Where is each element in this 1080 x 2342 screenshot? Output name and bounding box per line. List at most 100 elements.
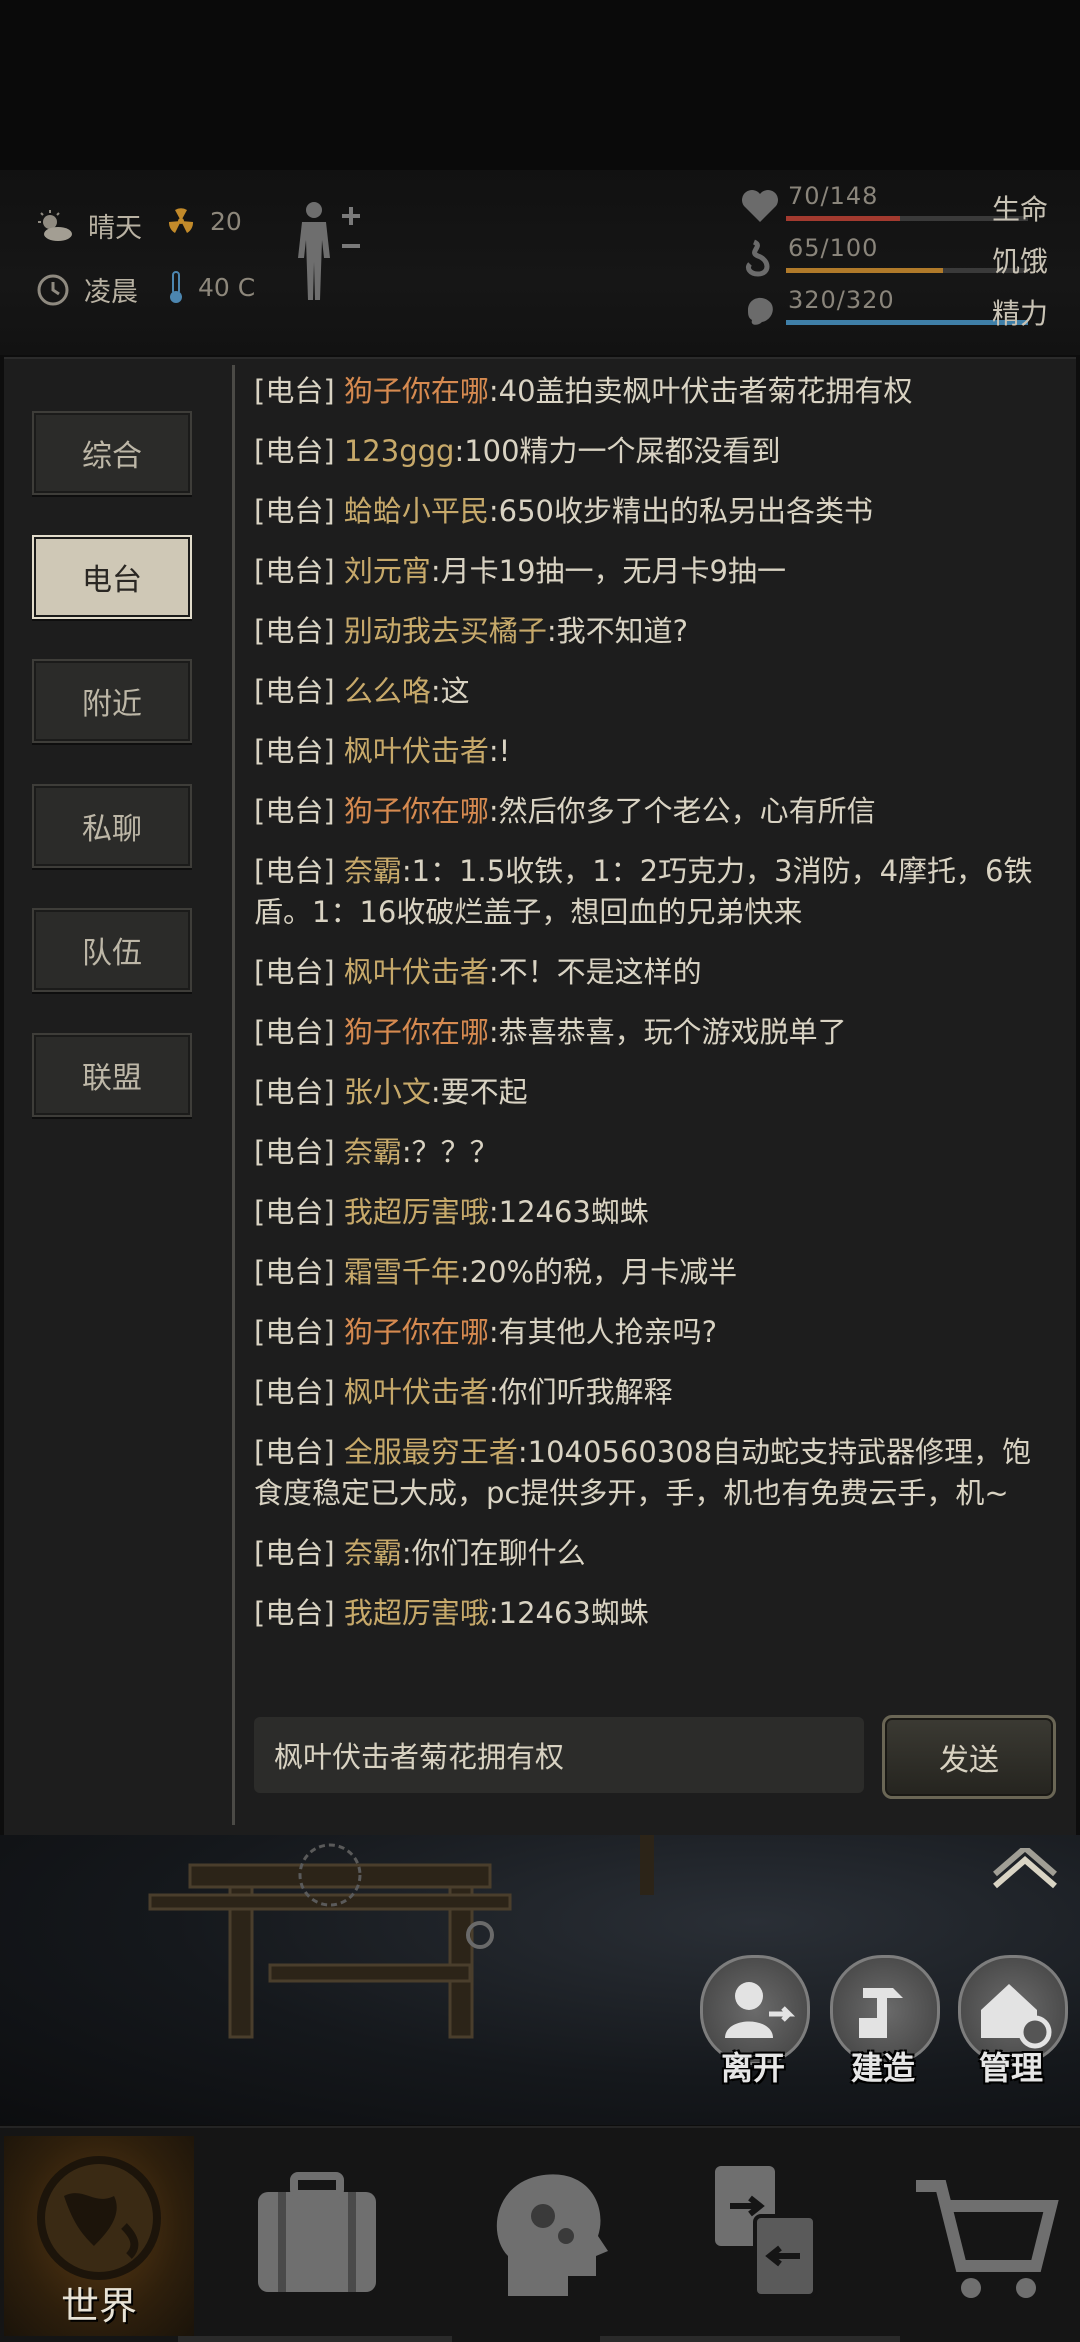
body-status-button[interactable] xyxy=(292,200,362,308)
channel-tag: [电台] xyxy=(254,1015,335,1049)
message-text: :恭喜恭喜，玩个游戏脱单了 xyxy=(488,1015,847,1049)
message-text: :12463蜘蛛 xyxy=(488,1596,649,1630)
chat-message: [电台] 么么咯:这 xyxy=(254,671,1054,712)
message-list[interactable]: [电台] 狗子你在哪:40盖拍卖枫叶伏击者菊花拥有权 [电台] 123ggg:10… xyxy=(254,371,1054,1653)
message-text: :你们在聊什么 xyxy=(401,1536,586,1570)
message-text: :20%的税，月卡减半 xyxy=(459,1255,738,1289)
clock-icon xyxy=(36,273,70,307)
tab-nearby[interactable]: 附近 xyxy=(32,659,192,743)
sender-name[interactable]: 蛤蛤小平民 xyxy=(344,494,489,528)
channel-tag: [电台] xyxy=(254,1375,335,1409)
message-text: :40盖拍卖枫叶伏击者菊花拥有权 xyxy=(488,374,913,408)
channel-tag: [电台] xyxy=(254,494,335,528)
hunger-value: 65/100 xyxy=(788,234,879,262)
sender-name[interactable]: 狗子你在哪 xyxy=(344,1315,489,1349)
heart-icon xyxy=(742,190,778,222)
sender-name[interactable]: 张小文 xyxy=(344,1075,431,1109)
chat-message: [电台] 蛤蛤小平民:650收步精出的私另出各类书 xyxy=(254,491,1054,532)
bottom-nav: 世界 xyxy=(0,2126,1080,2342)
message-text: :650收步精出的私另出各类书 xyxy=(488,494,873,528)
energy-label: 精力 xyxy=(992,297,1049,330)
nav-trade[interactable] xyxy=(670,2136,860,2336)
channel-tag: [电台] xyxy=(254,1536,335,1570)
sender-name[interactable]: 刘元宵 xyxy=(344,554,431,588)
energy-stat: 320/320 精力 xyxy=(740,286,1070,336)
chat-message: [电台] 张小文:要不起 xyxy=(254,1072,1054,1113)
weather-indicator: 晴天 xyxy=(36,206,142,245)
chat-message: [电台] 奈霸:1：1.5收铁，1：2巧克力，3消防，4摩托，6铁盾。1：16收… xyxy=(254,851,1054,933)
chat-message: [电台] 霜雪千年:20%的税，月卡减半 xyxy=(254,1252,1054,1293)
sender-name[interactable]: 123ggg xyxy=(344,434,455,468)
chat-message: [电台] 枫叶伏击者:! xyxy=(254,731,1054,772)
time-indicator: 凌晨 xyxy=(36,270,138,309)
radiation-indicator: 20 xyxy=(166,206,242,236)
nav-skills[interactable] xyxy=(458,2136,648,2336)
tab-general[interactable]: 综合 xyxy=(32,411,192,495)
life-value: 70/148 xyxy=(788,182,879,210)
chat-message: [电台] 狗子你在哪:恭喜恭喜，玩个游戏脱单了 xyxy=(254,1012,1054,1053)
weather-text: 晴天 xyxy=(88,213,142,244)
channel-tag: [电台] xyxy=(254,1195,335,1229)
message-text: :你们听我解释 xyxy=(488,1375,673,1409)
chat-message: [电台] 全服最穷王者:1040560308自动蛇支持武器修理，饱食度稳定已大成… xyxy=(254,1432,1054,1514)
nav-inventory[interactable] xyxy=(222,2136,412,2336)
sender-name[interactable]: 枫叶伏击者 xyxy=(344,734,489,768)
channel-tag: [电台] xyxy=(254,1596,335,1630)
sender-name[interactable]: 奈霸 xyxy=(344,854,402,888)
sender-name[interactable]: 别动我去买橘子 xyxy=(344,614,547,648)
sender-name[interactable]: 奈霸 xyxy=(344,1135,402,1169)
nav-indicator xyxy=(178,2336,452,2342)
sender-name[interactable]: 么么咯 xyxy=(344,674,431,708)
channel-tag: [电台] xyxy=(254,794,335,828)
life-stat: 70/148 生命 xyxy=(740,182,1070,232)
chat-message: [电台] 狗子你在哪:有其他人抢亲吗? xyxy=(254,1312,1054,1353)
sender-name[interactable]: 狗子你在哪 xyxy=(344,374,489,408)
tab-team[interactable]: 队伍 xyxy=(32,908,192,992)
sender-name[interactable]: 狗子你在哪 xyxy=(344,794,489,828)
collapse-chevron-icon[interactable] xyxy=(990,1844,1060,1896)
nav-world-label: 世界 xyxy=(60,2284,137,2328)
chat-message: [电台] 刘元宵:月卡19抽一，无月卡9抽一 xyxy=(254,551,1054,592)
channel-tag: [电台] xyxy=(254,854,335,888)
leave-label: 离开 xyxy=(720,2049,785,2087)
build-label: 建造 xyxy=(850,2049,915,2087)
sender-name[interactable]: 奈霸 xyxy=(344,1536,402,1570)
tab-alliance[interactable]: 联盟 xyxy=(32,1033,192,1117)
message-text: :这 xyxy=(430,674,470,708)
radiation-icon xyxy=(166,206,196,236)
sender-name[interactable]: 我超厉害哦 xyxy=(344,1596,489,1630)
chat-message: [电台] 别动我去买橘子:我不知道? xyxy=(254,611,1054,652)
nav-shop[interactable] xyxy=(886,2136,1076,2336)
energy-value: 320/320 xyxy=(788,286,895,314)
sender-name[interactable]: 狗子你在哪 xyxy=(344,1015,489,1049)
channel-tag: [电台] xyxy=(254,1075,335,1109)
manage-label: 管理 xyxy=(978,2049,1043,2087)
chat-message: [电台] 枫叶伏击者:你们听我解释 xyxy=(254,1372,1054,1413)
channel-tag: [电台] xyxy=(254,1135,335,1169)
sender-name[interactable]: 霜雪千年 xyxy=(344,1255,460,1289)
nav-world[interactable]: 世界 xyxy=(4,2136,194,2336)
top-hud: 晴天 20 凌晨 40 C 70/148 生命 65/100 饥饿 320/32… xyxy=(0,170,1080,355)
channel-tabs: 综合 电台 附近 私聊 队伍 联盟 xyxy=(4,359,230,1835)
energy-icon xyxy=(748,297,773,325)
cart-icon xyxy=(916,2180,1059,2298)
chat-message: [电台] 我超厉害哦:12463蜘蛛 xyxy=(254,1192,1054,1233)
sender-name[interactable]: 枫叶伏击者 xyxy=(344,1375,489,1409)
sender-name[interactable]: 我超厉害哦 xyxy=(344,1195,489,1229)
thermometer-icon xyxy=(168,270,184,304)
chat-input[interactable]: 枫叶伏击者菊花拥有权 xyxy=(254,1717,864,1793)
hunger-label: 饥饿 xyxy=(992,245,1049,278)
temperature-value: 40 C xyxy=(198,272,256,302)
globe-icon xyxy=(37,2156,161,2280)
tab-radio[interactable]: 电台 xyxy=(32,535,192,619)
sender-name[interactable]: 全服最穷王者 xyxy=(344,1435,518,1469)
message-text: :12463蜘蛛 xyxy=(488,1195,649,1229)
chat-message: [电台] 我超厉害哦:12463蜘蛛 xyxy=(254,1593,1054,1634)
tab-private[interactable]: 私聊 xyxy=(32,784,192,868)
sender-name[interactable]: 枫叶伏击者 xyxy=(344,955,489,989)
send-button[interactable]: 发送 xyxy=(882,1715,1056,1799)
channel-tag: [电台] xyxy=(254,614,335,648)
channel-tag: [电台] xyxy=(254,554,335,588)
channel-tag: [电台] xyxy=(254,1315,335,1349)
message-text: :？？？ xyxy=(401,1135,499,1169)
